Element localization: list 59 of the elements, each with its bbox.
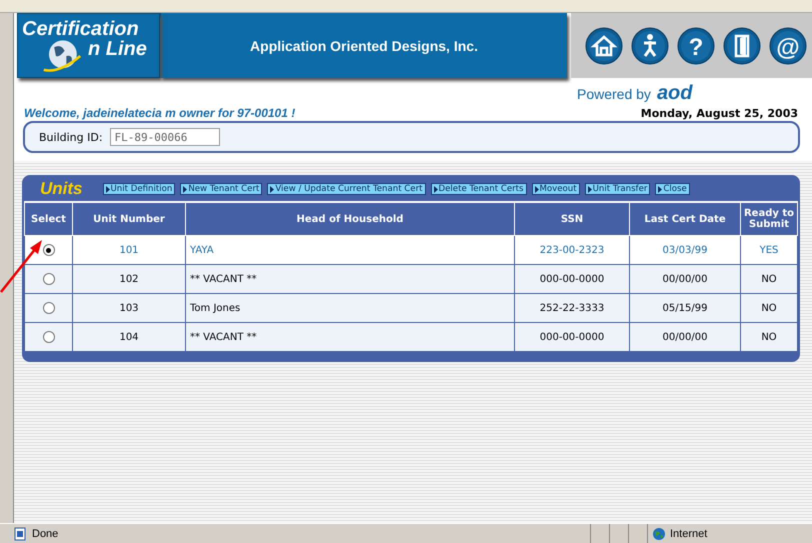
action-button[interactable]: View / Update Current Tenant Cert bbox=[267, 183, 426, 195]
status-text: Done bbox=[32, 528, 58, 540]
unit-number-cell: 103 bbox=[119, 302, 139, 314]
ready-cell: NO bbox=[761, 274, 777, 284]
triangle-icon bbox=[588, 186, 592, 192]
cert-date-cell: 03/03/99 bbox=[662, 244, 708, 256]
household-cell: Tom Jones bbox=[190, 302, 240, 314]
cert-date-cell: 00/00/00 bbox=[662, 332, 708, 342]
unit-number-cell: 104 bbox=[119, 332, 139, 342]
ready-cell: YES bbox=[760, 244, 778, 256]
action-button[interactable]: New Tenant Cert bbox=[180, 183, 262, 195]
radio-button[interactable] bbox=[42, 331, 54, 343]
welcome-message: Welcome, jadeinelatecia m owner for 97-00101 ! bbox=[24, 106, 296, 120]
ssn-cell: 000-00-0000 bbox=[540, 274, 604, 284]
ssn-cell: 223-00-2323 bbox=[540, 244, 604, 256]
unit-number-cell: 101 bbox=[119, 244, 139, 256]
triangle-icon bbox=[434, 186, 438, 192]
brand-name: aod bbox=[656, 82, 692, 105]
ssn-cell: 252-22-3333 bbox=[540, 302, 604, 314]
page-icon bbox=[14, 526, 28, 540]
person-icon[interactable] bbox=[631, 26, 669, 64]
triangle-icon bbox=[270, 186, 274, 192]
date-label: Monday, August 25, 2003 bbox=[640, 107, 798, 120]
cert-date-cell: 05/15/99 bbox=[662, 302, 708, 314]
triangle-icon bbox=[106, 186, 110, 192]
action-button[interactable]: Unit Definition bbox=[102, 183, 176, 195]
zone-text: Internet bbox=[670, 528, 708, 540]
household-cell: ** VACANT ** bbox=[190, 274, 257, 284]
household-cell: YAYA bbox=[190, 244, 214, 256]
home-icon[interactable] bbox=[585, 26, 623, 64]
building-id-label: Building ID: bbox=[39, 130, 103, 144]
action-button[interactable]: Close bbox=[655, 183, 690, 195]
radio-button[interactable] bbox=[42, 244, 54, 256]
logo-text: Certification bbox=[22, 18, 139, 40]
ready-cell: NO bbox=[761, 332, 777, 342]
action-button[interactable]: Moveout bbox=[532, 183, 580, 195]
door-icon[interactable] bbox=[723, 26, 761, 64]
ready-cell: NO bbox=[761, 302, 777, 314]
triangle-icon bbox=[658, 186, 662, 192]
unit-number-cell: 102 bbox=[119, 274, 139, 284]
household-cell: ** VACANT ** bbox=[190, 332, 257, 342]
cert-date-cell: 00/00/00 bbox=[662, 274, 708, 284]
globe-icon bbox=[42, 38, 82, 74]
triangle-icon bbox=[534, 186, 538, 192]
action-button[interactable]: Delete Tenant Certs bbox=[430, 183, 526, 195]
at-sign-icon[interactable]: @ bbox=[769, 26, 807, 64]
help-icon[interactable]: ? bbox=[677, 26, 715, 64]
building-id-field[interactable]: FL-89-00066 bbox=[110, 128, 220, 146]
globe-icon bbox=[652, 526, 666, 540]
logo-text: n Line bbox=[88, 38, 147, 61]
powered-by-label: Powered by bbox=[577, 86, 651, 102]
units-title: Units bbox=[40, 179, 82, 199]
radio-button[interactable] bbox=[42, 273, 54, 285]
ssn-cell: 000-00-0000 bbox=[540, 332, 604, 342]
annotation-arrow bbox=[0, 238, 44, 294]
radio-button[interactable] bbox=[42, 302, 54, 314]
action-button[interactable]: Unit Transfer bbox=[584, 183, 650, 195]
company-name: Application Oriented Designs, Inc. bbox=[250, 38, 478, 54]
triangle-icon bbox=[183, 186, 188, 192]
